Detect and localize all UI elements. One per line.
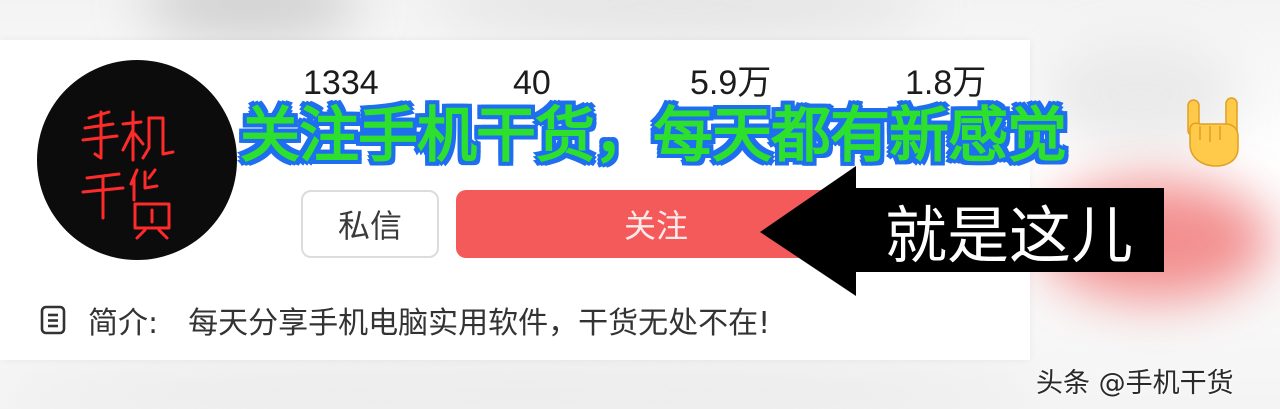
bio-text: 每天分享手机电脑实用软件，干货无处不在! [188,306,771,341]
caption-text: 关注手机干货，每天都有新感觉 [240,100,1067,171]
avatar-logo [81,110,175,240]
source-watermark: 头条 @手机干货 [1036,367,1234,399]
overlay-caption: 关注手机干货，每天都有新感觉 [240,90,1067,171]
bio-row: 简介: 每天分享手机电脑实用软件，干货无处不在! [40,300,771,341]
avatar[interactable] [37,60,237,260]
rock-hand-emoji-icon [1187,97,1239,167]
pointer-label: 就是这儿 [884,199,1133,272]
bio-label: 简介: [88,306,159,341]
document-icon [40,305,66,335]
message-button[interactable]: 私信 [301,190,439,258]
